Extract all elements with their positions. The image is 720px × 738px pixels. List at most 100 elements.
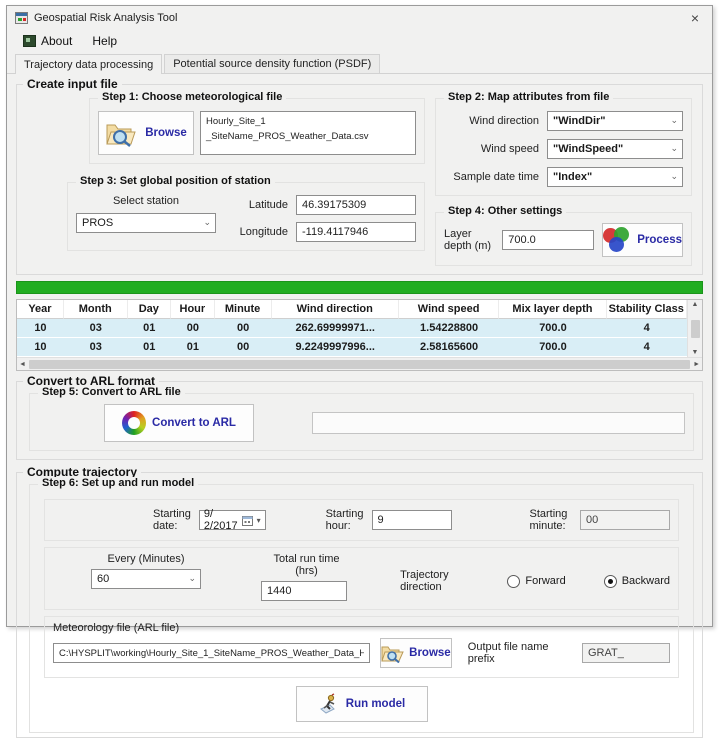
table-vertical-scrollbar[interactable]: ▲ ▼ bbox=[687, 300, 702, 357]
folder-search-icon bbox=[105, 120, 139, 147]
every-minutes-label: Every (Minutes) bbox=[91, 553, 201, 565]
wind-direction-label: Wind direction bbox=[444, 115, 539, 127]
longitude-label: Longitude bbox=[230, 226, 288, 238]
scroll-down-icon[interactable]: ▼ bbox=[692, 349, 699, 356]
processing-progress-bar bbox=[16, 281, 703, 294]
total-run-time-label: Total run time (hrs) bbox=[261, 553, 352, 577]
group-create-input-file: Create input file Step 1: Choose meteoro… bbox=[16, 84, 703, 275]
starting-hour-input[interactable] bbox=[372, 510, 452, 530]
table-horizontal-scrollbar[interactable]: ◄ ► bbox=[17, 357, 702, 370]
met-arl-file-label: Meteorology file (ARL file) bbox=[53, 622, 179, 634]
longitude-input[interactable] bbox=[296, 222, 416, 242]
sample-date-time-select[interactable]: "Index" ⌄ bbox=[547, 167, 683, 187]
col-minute[interactable]: Minute bbox=[215, 300, 272, 319]
about-icon bbox=[23, 35, 36, 47]
group-convert-arl: Convert to ARL format Step 5: Convert to… bbox=[16, 381, 703, 460]
step4-title: Step 4: Other settings bbox=[444, 205, 566, 217]
folder-search-icon bbox=[381, 644, 405, 663]
layer-depth-label: Layer depth (m) bbox=[444, 228, 494, 252]
col-day[interactable]: Day bbox=[128, 300, 172, 319]
latitude-label: Latitude bbox=[230, 199, 288, 211]
step3-group: Step 3: Set global position of station S… bbox=[67, 182, 425, 251]
tab-strip: Trajectory data processing Potential sou… bbox=[7, 52, 712, 73]
step6-group: Step 6: Set up and run model Starting da… bbox=[29, 484, 694, 733]
wind-speed-label: Wind speed bbox=[444, 143, 539, 155]
starting-minute-label: Starting minute: bbox=[530, 508, 573, 532]
met-arl-file-input[interactable] bbox=[53, 643, 370, 663]
every-minutes-select[interactable]: 60 ⌄ bbox=[91, 569, 201, 589]
col-wind-direction[interactable]: Wind direction bbox=[272, 300, 399, 319]
output-prefix-input[interactable] bbox=[582, 643, 670, 663]
latitude-input[interactable] bbox=[296, 195, 416, 215]
date-dropdown-icon: ▾ bbox=[257, 516, 261, 525]
chevron-down-icon: ⌄ bbox=[670, 171, 678, 182]
step5-group: Step 5: Convert to ARL file Convert to A… bbox=[29, 393, 694, 451]
convert-progress-bar bbox=[312, 412, 685, 434]
starting-minute-input[interactable] bbox=[580, 510, 670, 530]
process-rgb-icon bbox=[603, 227, 633, 253]
col-month[interactable]: Month bbox=[64, 300, 128, 319]
col-year[interactable]: Year bbox=[17, 300, 64, 319]
tab-content: Create input file Step 1: Choose meteoro… bbox=[7, 73, 712, 738]
met-csv-file-box[interactable]: Hourly_Site_1 _SiteName_PROS_Weather_Dat… bbox=[200, 111, 416, 155]
start-time-panel: Starting date: 9/ 2/2017 ▾ Starting hour… bbox=[44, 499, 679, 541]
output-prefix-label: Output file name prefix bbox=[468, 641, 572, 665]
step2-title: Step 2: Map attributes from file bbox=[444, 91, 613, 103]
table-header-row: Year Month Day Hour Minute Wind directio… bbox=[17, 300, 687, 319]
browse-arl-button[interactable]: Browse bbox=[380, 638, 452, 668]
window-title: Geospatial Risk Analysis Tool bbox=[34, 12, 678, 24]
scroll-up-icon[interactable]: ▲ bbox=[692, 301, 699, 308]
sample-date-time-label: Sample date time bbox=[444, 171, 539, 183]
forward-radio[interactable]: Forward bbox=[507, 575, 565, 588]
col-stability-class[interactable]: Stability Class bbox=[607, 300, 687, 319]
process-button[interactable]: Process bbox=[602, 223, 683, 257]
close-button[interactable]: × bbox=[678, 6, 712, 30]
scroll-right-icon[interactable]: ► bbox=[693, 361, 700, 368]
menu-about[interactable]: About bbox=[15, 32, 80, 50]
scroll-left-icon[interactable]: ◄ bbox=[19, 361, 26, 368]
chevron-down-icon: ⌄ bbox=[203, 217, 211, 228]
met-file-panel: Meteorology file (ARL file) Browse bbox=[44, 616, 679, 678]
col-hour[interactable]: Hour bbox=[171, 300, 215, 319]
step1-title: Step 1: Choose meteorological file bbox=[98, 91, 286, 103]
app-window: Geospatial Risk Analysis Tool × About He… bbox=[6, 5, 713, 627]
col-mix-layer-depth[interactable]: Mix layer depth bbox=[499, 300, 606, 319]
run-settings-panel: Every (Minutes) 60 ⌄ Total run time (hrs… bbox=[44, 547, 679, 610]
wind-speed-select[interactable]: "WindSpeed" ⌄ bbox=[547, 139, 683, 159]
step5-title: Step 5: Convert to ARL file bbox=[38, 386, 185, 398]
app-icon bbox=[15, 12, 28, 24]
convert-arl-icon bbox=[122, 411, 146, 435]
step3-title: Step 3: Set global position of station bbox=[76, 175, 275, 187]
table-row[interactable]: 10 03 01 01 00 9.2249997996... 2.5816560… bbox=[17, 338, 687, 357]
select-station-label: Select station bbox=[76, 195, 216, 207]
weather-data-table: Year Month Day Hour Minute Wind directio… bbox=[16, 299, 703, 371]
backward-radio-circle[interactable] bbox=[604, 575, 617, 588]
tab-psdf[interactable]: Potential source density function (PSDF) bbox=[164, 54, 380, 73]
trajectory-direction-label: Trajectory direction bbox=[400, 569, 491, 593]
total-run-time-input[interactable] bbox=[261, 581, 347, 601]
station-select[interactable]: PROS ⌄ bbox=[76, 213, 216, 233]
menu-help[interactable]: Help bbox=[84, 32, 125, 50]
col-wind-speed[interactable]: Wind speed bbox=[399, 300, 500, 319]
step1-group: Step 1: Choose meteorological file Brows… bbox=[89, 98, 425, 164]
forward-radio-circle[interactable] bbox=[507, 575, 520, 588]
step2-group: Step 2: Map attributes from file Wind di… bbox=[435, 98, 692, 196]
layer-depth-input[interactable] bbox=[502, 230, 594, 250]
chevron-down-icon: ⌄ bbox=[670, 143, 678, 154]
step4-group: Step 4: Other settings Layer depth (m) P… bbox=[435, 212, 692, 266]
menu-bar: About Help bbox=[7, 30, 712, 52]
browse-met-file-button[interactable]: Browse bbox=[98, 111, 194, 155]
tab-trajectory-data-processing[interactable]: Trajectory data processing bbox=[15, 54, 162, 74]
backward-radio[interactable]: Backward bbox=[604, 575, 670, 588]
run-model-button[interactable]: Run model bbox=[296, 686, 428, 722]
group-create-input-file-legend: Create input file bbox=[23, 77, 122, 91]
chevron-down-icon: ⌄ bbox=[188, 573, 196, 584]
wind-direction-select[interactable]: "WindDir" ⌄ bbox=[547, 111, 683, 131]
starting-date-picker[interactable]: 9/ 2/2017 ▾ bbox=[199, 510, 266, 530]
table-row[interactable]: 10 03 01 00 00 262.69999971... 1.5422880… bbox=[17, 319, 687, 338]
convert-to-arl-button[interactable]: Convert to ARL bbox=[104, 404, 254, 442]
run-model-icon bbox=[318, 693, 340, 715]
vertical-scroll-thumb[interactable] bbox=[691, 320, 700, 338]
horizontal-scroll-thumb[interactable] bbox=[29, 360, 690, 369]
starting-hour-label: Starting hour: bbox=[326, 508, 364, 532]
